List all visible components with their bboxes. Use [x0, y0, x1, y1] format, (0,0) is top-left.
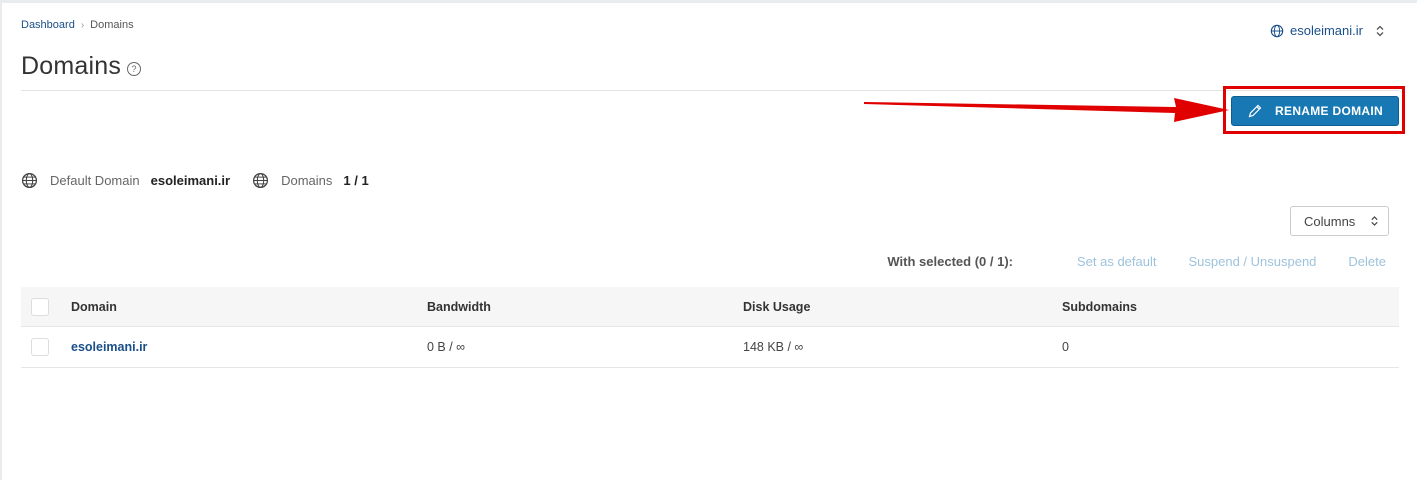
- page-title-text: Domains: [21, 52, 122, 80]
- top-border: [0, 0, 1417, 3]
- set-default-action[interactable]: Set as default: [1077, 254, 1157, 269]
- bulk-selected-label: With selected (0 / 1):: [887, 254, 1013, 269]
- red-arrow-annotation: [864, 98, 1229, 122]
- globe-icon: [253, 172, 269, 189]
- page-title: Domains ?: [21, 52, 142, 81]
- up-down-chevron-icon: [1371, 216, 1378, 226]
- title-divider: [21, 90, 1399, 91]
- disk-usage-cell: 148 KB / ∞: [743, 340, 804, 354]
- default-domain-label: Default Domain: [50, 173, 140, 188]
- globe-icon: [1270, 24, 1284, 37]
- domains-count-value: 1 / 1: [343, 173, 369, 188]
- domain-link[interactable]: esoleimani.ir: [71, 340, 147, 354]
- suspend-action[interactable]: Suspend / Unsuspend: [1188, 254, 1316, 269]
- columns-select-label: Columns: [1304, 213, 1356, 229]
- bandwidth-cell: 0 B / ∞: [427, 340, 466, 354]
- left-border: [0, 0, 2, 480]
- rename-domain-button[interactable]: RENAME DOMAIN: [1231, 96, 1399, 126]
- breadcrumb-current: Domains: [90, 19, 134, 31]
- header-disk-usage[interactable]: Disk Usage: [743, 300, 810, 314]
- delete-action[interactable]: Delete: [1348, 254, 1386, 269]
- breadcrumb-separator: ›: [80, 19, 85, 31]
- rename-domain-label: RENAME DOMAIN: [1275, 104, 1383, 118]
- help-icon[interactable]: ?: [127, 61, 142, 76]
- default-domain-summary: Default Domain esoleimani.ir: [21, 172, 230, 189]
- domains-table: Domain Bandwidth Disk Usage Subdomains e…: [21, 287, 1399, 368]
- breadcrumb: Dashboard › Domains: [21, 19, 134, 31]
- domains-count-label: Domains: [281, 173, 333, 188]
- domain-switcher[interactable]: esoleimani.ir: [1270, 23, 1385, 38]
- domains-count-summary: Domains 1 / 1: [252, 172, 369, 189]
- breadcrumb-dashboard-link[interactable]: Dashboard: [21, 19, 75, 31]
- bulk-actions: With selected (0 / 1): Set as default Su…: [887, 254, 1386, 269]
- pencil-icon: [1248, 104, 1262, 118]
- table-header: Domain Bandwidth Disk Usage Subdomains: [21, 287, 1399, 327]
- header-bandwidth[interactable]: Bandwidth: [427, 300, 491, 314]
- subdomains-cell: 0: [1062, 340, 1069, 354]
- domain-summary: Default Domain esoleimani.ir Domains 1 /…: [21, 172, 369, 189]
- select-all-checkbox[interactable]: [31, 297, 49, 316]
- table-row: esoleimani.ir 0 B / ∞ 148 KB / ∞ 0: [21, 327, 1399, 368]
- default-domain-value: esoleimani.ir: [150, 173, 231, 188]
- up-down-chevron-icon: [1376, 25, 1384, 36]
- domain-switcher-value: esoleimani.ir: [1290, 23, 1363, 38]
- globe-icon: [21, 172, 38, 189]
- header-subdomains[interactable]: Subdomains: [1062, 300, 1137, 314]
- columns-select[interactable]: Columns: [1290, 206, 1389, 236]
- row-checkbox[interactable]: [31, 338, 49, 356]
- header-domain[interactable]: Domain: [71, 300, 117, 314]
